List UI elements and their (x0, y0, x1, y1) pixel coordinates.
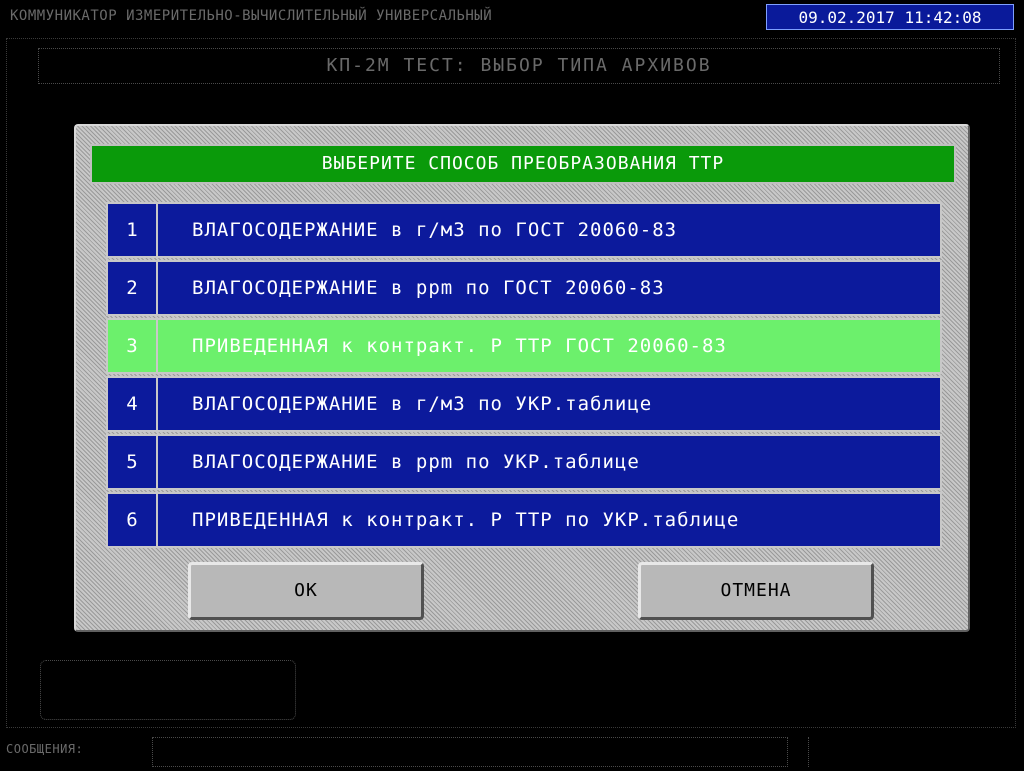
option-number: 2 (108, 262, 158, 314)
option-number: 6 (108, 494, 158, 546)
app-title: КОММУНИКАТОР ИЗМЕРИТЕЛЬНО-ВЫЧИСЛИТЕЛЬНЫЙ… (10, 8, 493, 24)
option-number: 4 (108, 378, 158, 430)
option-label: ВЛАГОСОДЕРЖАНИЕ в ppm по УКР.таблице (192, 451, 640, 473)
option-item-1[interactable]: 1 ВЛАГОСОДЕРЖАНИЕ в г/м3 по ГОСТ 20060-8… (106, 202, 942, 258)
option-item-3[interactable]: 3 ПРИВЕДЕННАЯ к контракт. Р ТТР ГОСТ 200… (106, 318, 942, 374)
cancel-button[interactable]: ОТМЕНА (638, 562, 874, 620)
option-item-6[interactable]: 6 ПРИВЕДЕННАЯ к контракт. Р ТТР по УКР.т… (106, 492, 942, 548)
screen: КОММУНИКАТОР ИЗМЕРИТЕЛЬНО-ВЫЧИСЛИТЕЛЬНЫЙ… (0, 0, 1024, 771)
dialog-title: ВЫБЕРИТЕ СПОСОБ ПРЕОБРАЗОВАНИЯ ТТР (90, 144, 956, 184)
status-panel (40, 660, 296, 720)
option-number: 5 (108, 436, 158, 488)
option-label: ПРИВЕДЕННАЯ к контракт. Р ТТР ГОСТ 20060… (192, 335, 727, 357)
option-label: ПРИВЕДЕННАЯ к контракт. Р ТТР по УКР.таб… (192, 509, 740, 531)
option-number: 1 (108, 204, 158, 256)
datetime-display: 09.02.2017 11:42:08 (766, 4, 1014, 30)
option-label: ВЛАГОСОДЕРЖАНИЕ в ppm по ГОСТ 20060-83 (192, 277, 665, 299)
screen-subtitle: КП-2М ТЕСТ: ВЫБОР ТИПА АРХИВОВ (38, 48, 1000, 84)
options-list: 1 ВЛАГОСОДЕРЖАНИЕ в г/м3 по ГОСТ 20060-8… (106, 202, 942, 550)
conversion-method-dialog: ВЫБЕРИТЕ СПОСОБ ПРЕОБРАЗОВАНИЯ ТТР 1 ВЛА… (74, 124, 970, 632)
messages-label: СООБЩЕНИЯ: (6, 742, 84, 756)
messages-field (152, 737, 788, 767)
option-item-4[interactable]: 4 ВЛАГОСОДЕРЖАНИЕ в г/м3 по УКР.таблице (106, 376, 942, 432)
option-label: ВЛАГОСОДЕРЖАНИЕ в г/м3 по ГОСТ 20060-83 (192, 219, 678, 241)
option-number: 3 (108, 320, 158, 372)
option-item-5[interactable]: 5 ВЛАГОСОДЕРЖАНИЕ в ppm по УКР.таблице (106, 434, 942, 490)
option-item-2[interactable]: 2 ВЛАГОСОДЕРЖАНИЕ в ppm по ГОСТ 20060-83 (106, 260, 942, 316)
option-label: ВЛАГОСОДЕРЖАНИЕ в г/м3 по УКР.таблице (192, 393, 653, 415)
ok-button[interactable]: ОК (188, 562, 424, 620)
divider (808, 737, 810, 767)
